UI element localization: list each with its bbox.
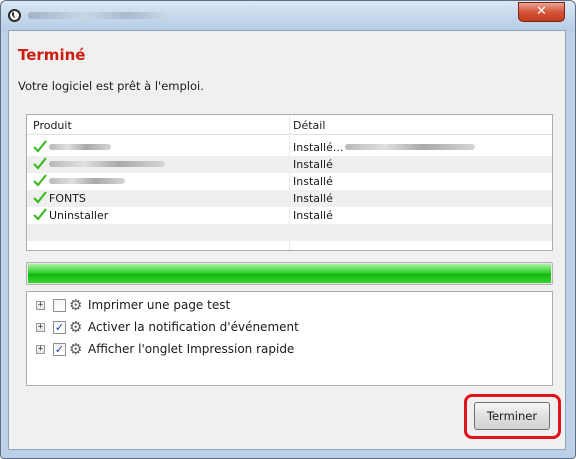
table-row[interactable]: FONTS Installé <box>27 190 552 207</box>
table-row[interactable]: Installé... <box>27 139 552 156</box>
product-table: Produit Détail Installé... Installé Inst… <box>26 114 553 251</box>
product-detail: Installé... <box>293 141 344 154</box>
check-icon <box>33 208 47 221</box>
check-icon <box>33 191 47 204</box>
product-detail: Installé <box>293 158 333 171</box>
product-name-redacted <box>49 178 125 184</box>
table-row[interactable]: Installé <box>27 173 552 190</box>
gear-icon: ⚙ <box>69 296 83 314</box>
product-detail: Installé <box>293 209 333 222</box>
product-name-redacted <box>49 161 165 167</box>
close-button[interactable]: ✕ <box>518 2 565 22</box>
title-bar[interactable]: ✕ <box>1 1 575 31</box>
expand-icon[interactable]: + <box>36 301 45 310</box>
page-subtitle: Votre logiciel est prêt à l'emploi. <box>18 79 204 93</box>
install-progress-bar <box>26 262 553 285</box>
column-header-detail[interactable]: Détail <box>293 119 325 132</box>
window-title-redacted <box>28 12 170 19</box>
table-row[interactable]: Installé <box>27 156 552 173</box>
finish-button[interactable]: Terminer <box>474 402 550 430</box>
check-icon <box>33 140 47 153</box>
option-quick-print-tab[interactable]: + ✓ ⚙ Afficher l'onglet Impression rapid… <box>27 340 547 360</box>
expand-icon[interactable]: + <box>36 323 45 332</box>
table-row-empty <box>27 224 552 241</box>
options-tree: + ⚙ Imprimer une page test + ✓ ⚙ Activer… <box>26 291 553 386</box>
app-icon <box>8 9 21 22</box>
product-name-redacted <box>49 144 111 150</box>
product-detail: Installé <box>293 175 333 188</box>
column-header-product[interactable]: Produit <box>33 119 72 132</box>
progress-fill <box>28 264 551 283</box>
option-label: Activer la notification d'événement <box>88 320 299 334</box>
table-row[interactable]: Uninstaller Installé <box>27 207 552 224</box>
option-checkbox[interactable] <box>53 299 66 312</box>
detail-redacted <box>345 144 475 150</box>
page-title: Terminé <box>18 46 86 64</box>
check-icon <box>33 174 47 187</box>
expand-icon[interactable]: + <box>36 345 45 354</box>
option-checkbox[interactable]: ✓ <box>53 343 66 356</box>
option-event-notification[interactable]: + ✓ ⚙ Activer la notification d'événemen… <box>27 318 547 338</box>
option-checkbox[interactable]: ✓ <box>53 321 66 334</box>
product-name: Uninstaller <box>49 209 109 222</box>
option-label: Afficher l'onglet Impression rapide <box>88 342 295 356</box>
product-detail: Installé <box>293 192 333 205</box>
gear-icon: ⚙ <box>69 340 83 358</box>
option-label: Imprimer une page test <box>88 298 231 312</box>
product-name: FONTS <box>49 192 86 205</box>
gear-icon: ⚙ <box>69 318 83 336</box>
check-icon <box>33 157 47 170</box>
option-print-test-page[interactable]: + ⚙ Imprimer une page test <box>27 296 547 316</box>
